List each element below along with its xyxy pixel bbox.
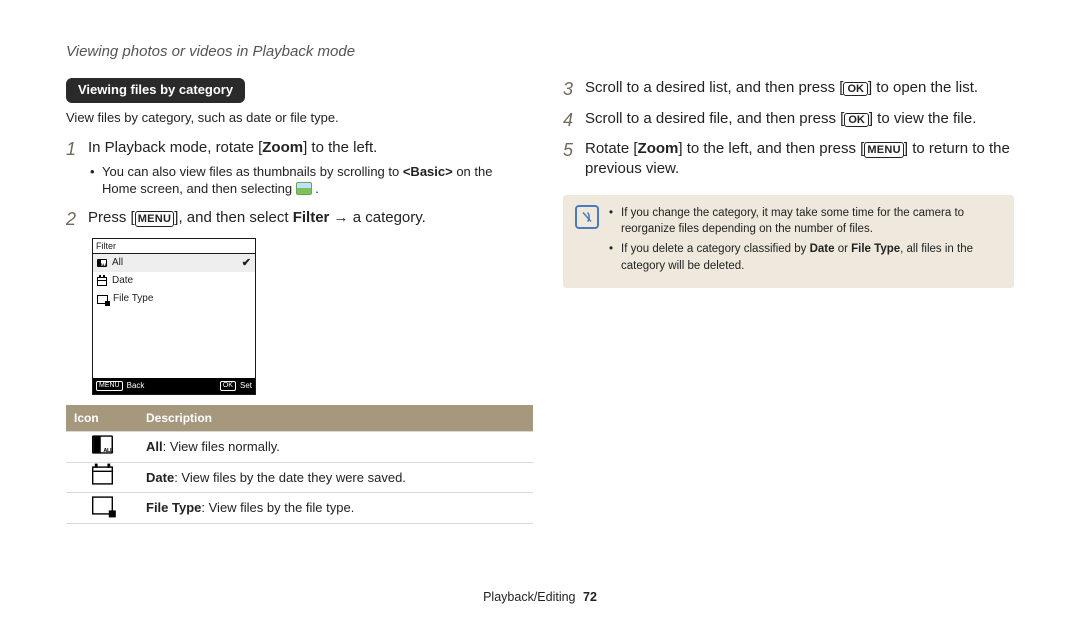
step-2: 2 Press [MENU], and then select Filter →… (66, 208, 517, 228)
columns: Viewing files by category View files by … (66, 78, 1014, 524)
section-caption: View files by category, such as date or … (66, 109, 517, 127)
step-text: Rotate [ (585, 140, 638, 157)
menu-button-icon: MENU (864, 142, 904, 158)
basic-icon (296, 182, 312, 195)
step-text: → a category. (329, 209, 425, 226)
step-text: ] to the left. (303, 139, 377, 156)
note-box: If you change the category, it may take … (563, 195, 1014, 287)
note-item: If you change the category, it may take … (609, 205, 1002, 237)
filter-footer: MENU Back OK Set (93, 378, 255, 394)
step-3: 3 Scroll to a desired list, and then pre… (563, 78, 1014, 98)
step-number: 4 (563, 109, 585, 129)
step-text: ] to the left, and then press [ (678, 140, 864, 157)
table-row: All: View files normally. (66, 432, 533, 463)
step-substep: You can also view files as thumbnails by… (88, 163, 517, 198)
step-number: 1 (66, 138, 88, 197)
desc-bold: File Type (146, 500, 201, 515)
substep-text: You can also view files as thumbnails by… (102, 164, 403, 179)
note-text: or (835, 243, 852, 255)
step-text: Scroll to a desired list, and then press… (585, 79, 843, 96)
page-header: Viewing photos or videos in Playback mod… (66, 42, 1014, 62)
step-number: 2 (66, 208, 88, 228)
table-header-description: Description (138, 405, 533, 432)
all-icon (97, 259, 107, 267)
back-label: Back (127, 381, 145, 392)
all-icon (92, 436, 113, 454)
note-icon (575, 205, 599, 277)
step-text: Scroll to a desired file, and then press… (585, 110, 844, 127)
table-row: Date: View files by the date they were s… (66, 462, 533, 493)
note-bold: File Type (851, 243, 900, 255)
footer-section: Playback/Editing (483, 590, 575, 604)
page-number: 72 (583, 590, 597, 604)
filter-title: Filter (93, 239, 255, 254)
menu-button-icon: MENU (135, 211, 175, 227)
step-number: 3 (563, 78, 585, 98)
table-row: File Type: View files by the file type. (66, 493, 533, 524)
ok-button-icon: OK (844, 113, 869, 127)
filter-option-all: All ✔ (93, 254, 255, 272)
right-column: 3 Scroll to a desired list, and then pre… (563, 78, 1014, 524)
set-label: Set (240, 381, 252, 392)
filetype-icon (92, 497, 113, 515)
desc-text: : View files normally. (163, 439, 280, 454)
step-text: In Playback mode, rotate [ (88, 139, 262, 156)
note-bold: Date (810, 243, 835, 255)
step-text: ] to view the file. (869, 110, 977, 127)
filter-label: Filter (293, 209, 330, 226)
icon-description-table: Icon Description All: View files normall… (66, 405, 533, 524)
note-text: If you delete a category classified by (621, 243, 810, 255)
table-header-icon: Icon (66, 405, 138, 432)
note-item: If you delete a category classified by D… (609, 241, 1002, 273)
ok-button-icon: OK (843, 82, 868, 96)
desc-bold: All (146, 439, 163, 454)
date-icon (92, 466, 113, 484)
left-column: Viewing files by category View files by … (66, 78, 517, 524)
step-5: 5 Rotate [Zoom] to the left, and then pr… (563, 139, 1014, 180)
substep-text: . (312, 181, 319, 196)
step-text: Press [ (88, 209, 135, 226)
note-list: If you change the category, it may take … (609, 205, 1002, 277)
manual-page: Viewing photos or videos in Playback mod… (0, 0, 1080, 630)
filter-option-label: Date (112, 274, 251, 288)
ok-button-icon: OK (220, 381, 236, 391)
menu-button-icon: MENU (96, 381, 123, 391)
filter-menu-screenshot: Filter All ✔ Date File Type MENU Ba (92, 238, 256, 395)
step-number: 5 (563, 139, 585, 180)
step-1: 1 In Playback mode, rotate [Zoom] to the… (66, 138, 517, 197)
filter-option-label: File Type (113, 292, 251, 306)
date-icon (97, 277, 107, 286)
filetype-icon (97, 295, 108, 304)
step-4: 4 Scroll to a desired file, and then pre… (563, 109, 1014, 129)
zoom-label: Zoom (638, 140, 679, 157)
section-heading: Viewing files by category (66, 78, 245, 103)
desc-text: : View files by the file type. (201, 500, 354, 515)
desc-text: : View files by the date they were saved… (174, 470, 406, 485)
filter-empty-area (93, 308, 255, 378)
step-text: ] to open the list. (868, 79, 978, 96)
zoom-label: Zoom (262, 139, 303, 156)
filter-option-filetype: File Type (93, 290, 255, 308)
basic-label: <Basic> (403, 164, 453, 179)
desc-bold: Date (146, 470, 174, 485)
page-footer: Playback/Editing 72 (0, 589, 1080, 606)
filter-option-date: Date (93, 272, 255, 290)
step-text: ], and then select (174, 209, 292, 226)
checkmark-icon: ✔ (242, 256, 251, 271)
filter-option-label: All (112, 256, 237, 270)
